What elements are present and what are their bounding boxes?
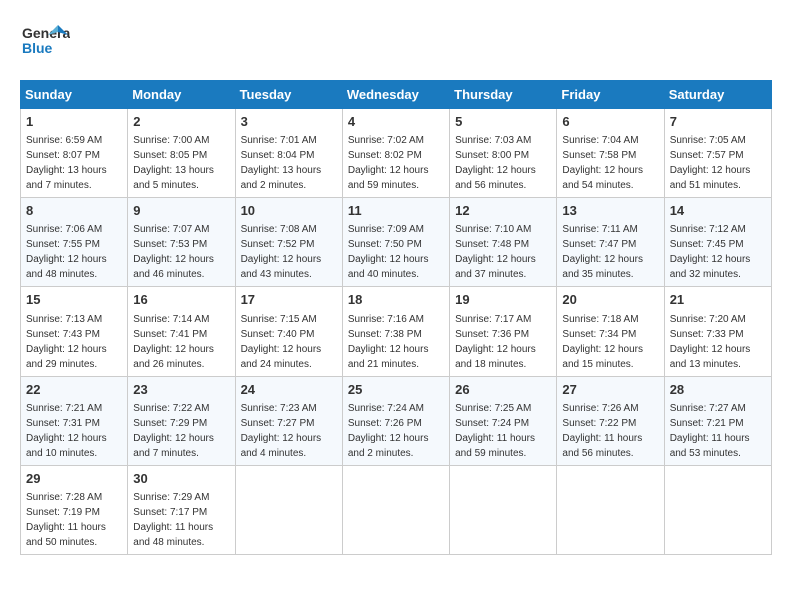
day-9: 9Sunrise: 7:07 AMSunset: 7:53 PMDaylight… bbox=[128, 198, 235, 287]
day-18: 18Sunrise: 7:16 AMSunset: 7:38 PMDayligh… bbox=[342, 287, 449, 376]
page-header: General Blue bbox=[20, 20, 772, 70]
day-25: 25Sunrise: 7:24 AMSunset: 7:26 PMDayligh… bbox=[342, 376, 449, 465]
day-28: 28Sunrise: 7:27 AMSunset: 7:21 PMDayligh… bbox=[664, 376, 771, 465]
logo-icon: General Blue bbox=[20, 20, 70, 65]
logo: General Blue bbox=[20, 20, 70, 70]
day-empty bbox=[664, 465, 771, 554]
day-4: 4Sunrise: 7:02 AMSunset: 8:02 PMDaylight… bbox=[342, 109, 449, 198]
day-30: 30Sunrise: 7:29 AMSunset: 7:17 PMDayligh… bbox=[128, 465, 235, 554]
day-empty bbox=[557, 465, 664, 554]
day-empty bbox=[342, 465, 449, 554]
day-13: 13Sunrise: 7:11 AMSunset: 7:47 PMDayligh… bbox=[557, 198, 664, 287]
day-empty bbox=[450, 465, 557, 554]
day-23: 23Sunrise: 7:22 AMSunset: 7:29 PMDayligh… bbox=[128, 376, 235, 465]
header-wednesday: Wednesday bbox=[342, 81, 449, 109]
day-29: 29Sunrise: 7:28 AMSunset: 7:19 PMDayligh… bbox=[21, 465, 128, 554]
header-thursday: Thursday bbox=[450, 81, 557, 109]
calendar-table: SundayMondayTuesdayWednesdayThursdayFrid… bbox=[20, 80, 772, 555]
header-friday: Friday bbox=[557, 81, 664, 109]
day-empty bbox=[235, 465, 342, 554]
day-8: 8Sunrise: 7:06 AMSunset: 7:55 PMDaylight… bbox=[21, 198, 128, 287]
svg-text:Blue: Blue bbox=[22, 40, 53, 56]
day-1: 1Sunrise: 6:59 AMSunset: 8:07 PMDaylight… bbox=[21, 109, 128, 198]
header-tuesday: Tuesday bbox=[235, 81, 342, 109]
header-saturday: Saturday bbox=[664, 81, 771, 109]
day-17: 17Sunrise: 7:15 AMSunset: 7:40 PMDayligh… bbox=[235, 287, 342, 376]
day-6: 6Sunrise: 7:04 AMSunset: 7:58 PMDaylight… bbox=[557, 109, 664, 198]
day-21: 21Sunrise: 7:20 AMSunset: 7:33 PMDayligh… bbox=[664, 287, 771, 376]
day-15: 15Sunrise: 7:13 AMSunset: 7:43 PMDayligh… bbox=[21, 287, 128, 376]
header-monday: Monday bbox=[128, 81, 235, 109]
day-27: 27Sunrise: 7:26 AMSunset: 7:22 PMDayligh… bbox=[557, 376, 664, 465]
day-24: 24Sunrise: 7:23 AMSunset: 7:27 PMDayligh… bbox=[235, 376, 342, 465]
day-3: 3Sunrise: 7:01 AMSunset: 8:04 PMDaylight… bbox=[235, 109, 342, 198]
day-16: 16Sunrise: 7:14 AMSunset: 7:41 PMDayligh… bbox=[128, 287, 235, 376]
day-2: 2Sunrise: 7:00 AMSunset: 8:05 PMDaylight… bbox=[128, 109, 235, 198]
day-12: 12Sunrise: 7:10 AMSunset: 7:48 PMDayligh… bbox=[450, 198, 557, 287]
day-19: 19Sunrise: 7:17 AMSunset: 7:36 PMDayligh… bbox=[450, 287, 557, 376]
header-sunday: Sunday bbox=[21, 81, 128, 109]
day-20: 20Sunrise: 7:18 AMSunset: 7:34 PMDayligh… bbox=[557, 287, 664, 376]
day-14: 14Sunrise: 7:12 AMSunset: 7:45 PMDayligh… bbox=[664, 198, 771, 287]
day-7: 7Sunrise: 7:05 AMSunset: 7:57 PMDaylight… bbox=[664, 109, 771, 198]
day-26: 26Sunrise: 7:25 AMSunset: 7:24 PMDayligh… bbox=[450, 376, 557, 465]
day-10: 10Sunrise: 7:08 AMSunset: 7:52 PMDayligh… bbox=[235, 198, 342, 287]
day-5: 5Sunrise: 7:03 AMSunset: 8:00 PMDaylight… bbox=[450, 109, 557, 198]
day-22: 22Sunrise: 7:21 AMSunset: 7:31 PMDayligh… bbox=[21, 376, 128, 465]
day-11: 11Sunrise: 7:09 AMSunset: 7:50 PMDayligh… bbox=[342, 198, 449, 287]
calendar-header-row: SundayMondayTuesdayWednesdayThursdayFrid… bbox=[21, 81, 772, 109]
